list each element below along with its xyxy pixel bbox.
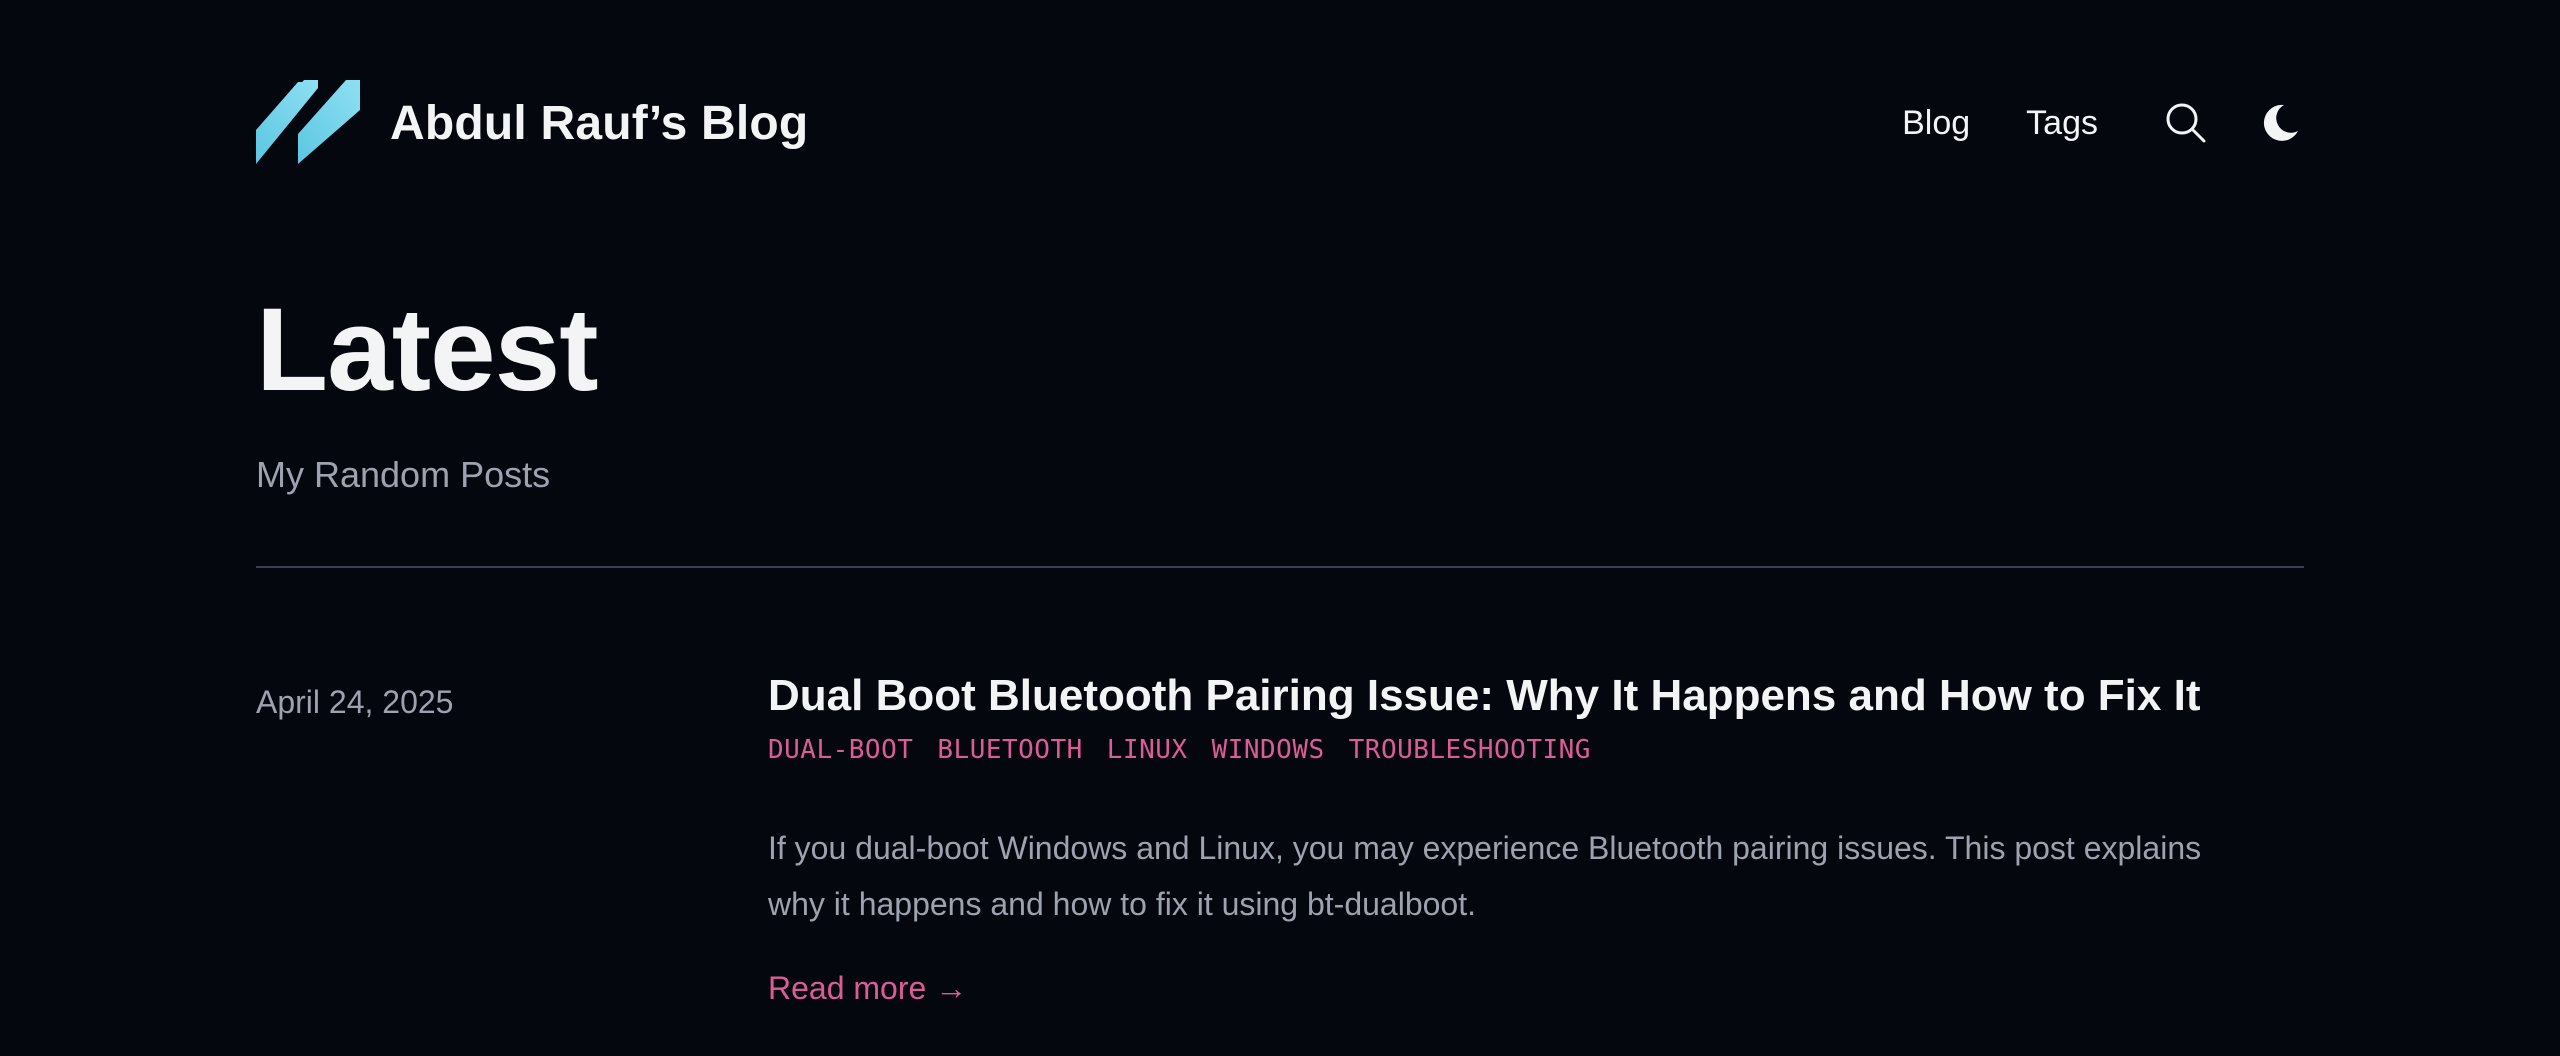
- nav-tags-link[interactable]: Tags: [2026, 104, 2098, 143]
- moon-icon: [2263, 104, 2298, 141]
- page-subtitle: My Random Posts: [256, 454, 551, 495]
- logo-slashes-icon: [256, 80, 360, 164]
- site-header: Abdul Rauf’s Blog Blog Tags: [256, 80, 2304, 166]
- post-tags: DUAL-BOOT BLUETOOTH LINUX WINDOWS TROUBL…: [768, 730, 2304, 770]
- page-title: Latest: [256, 284, 599, 416]
- post-summary: If you dual-boot Windows and Linux, you …: [768, 830, 2202, 922]
- site-title: Abdul Rauf’s Blog: [390, 96, 809, 150]
- post-title-link[interactable]: Dual Boot Bluetooth Pairing Issue: Why I…: [768, 671, 2200, 720]
- read-more-link[interactable]: Read more →: [768, 966, 967, 1010]
- section-divider: [256, 566, 2304, 568]
- main-nav: Blog Tags: [1902, 80, 2304, 166]
- tag-windows[interactable]: WINDOWS: [1212, 730, 1325, 770]
- tag-bluetooth[interactable]: BLUETOOTH: [937, 730, 1082, 770]
- home-link[interactable]: Abdul Rauf’s Blog: [256, 80, 808, 166]
- page-container: Abdul Rauf’s Blog Blog Tags Latest My Ra…: [256, 0, 2304, 1056]
- nav-blog-link[interactable]: Blog: [1902, 104, 1970, 143]
- post-title: Dual Boot Bluetooth Pairing Issue: Why I…: [768, 664, 2304, 728]
- post-body: Dual Boot Bluetooth Pairing Issue: Why I…: [768, 664, 2304, 1010]
- search-icon: [2166, 103, 2206, 143]
- tag-troubleshooting[interactable]: TROUBLESHOOTING: [1349, 730, 1591, 770]
- theme-toggle-button[interactable]: [2256, 99, 2304, 147]
- tag-dual-boot[interactable]: DUAL-BOOT: [768, 730, 913, 770]
- tag-linux[interactable]: LINUX: [1107, 730, 1188, 770]
- search-button[interactable]: [2162, 99, 2210, 147]
- post-date: April 24, 2025: [256, 684, 454, 720]
